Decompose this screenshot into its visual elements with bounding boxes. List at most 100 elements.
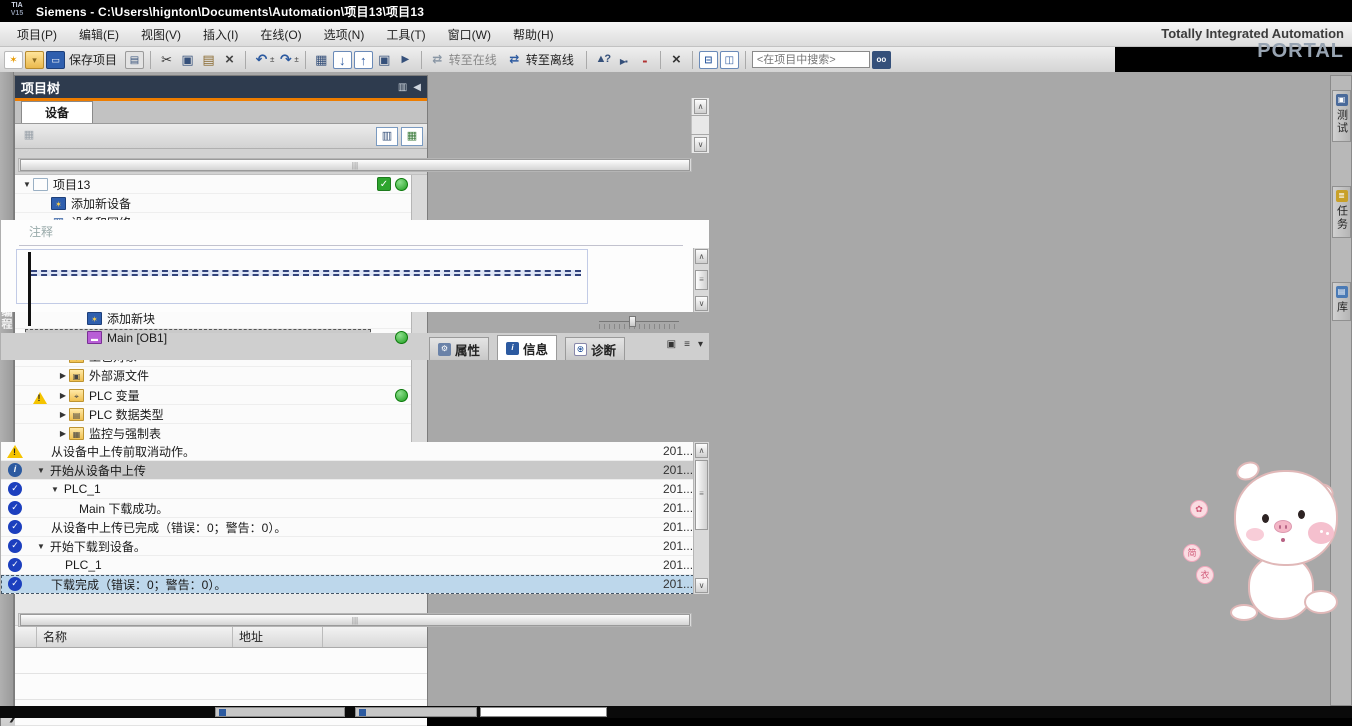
- expand-icon[interactable]: [37, 466, 45, 475]
- message-row[interactable]: PLC_1 201...: [1, 480, 709, 499]
- scroll-down-icon[interactable]: ∨: [695, 578, 708, 593]
- tab-properties[interactable]: 属性: [429, 337, 489, 360]
- expand-icon[interactable]: [57, 429, 69, 438]
- network-comment-zone[interactable]: 注释: [1, 220, 709, 248]
- save-project-button[interactable]: 保存项目: [69, 51, 117, 68]
- message-vertical-scrollbar[interactable]: ∧ ≡ ∨: [693, 442, 709, 594]
- bottom-tab-devices[interactable]: [355, 707, 477, 717]
- task-card-tasks[interactable]: ≣ 任务: [1332, 186, 1351, 238]
- canvas-vertical-scrollbar[interactable]: ∧ ≡ ∨: [693, 248, 709, 312]
- message-row[interactable]: 开始下载到设备。 201...: [1, 537, 709, 556]
- paste-icon[interactable]: [199, 51, 218, 69]
- float-icon[interactable]: ▣: [667, 339, 676, 350]
- info-icon: [506, 342, 519, 355]
- scroll-down-icon[interactable]: ∨: [694, 137, 707, 152]
- details-view-toggle-icon[interactable]: [376, 127, 398, 146]
- menu-help[interactable]: 帮助(H): [502, 23, 565, 46]
- menu-window[interactable]: 窗口(W): [437, 23, 502, 46]
- tree-item-external-sources[interactable]: ▣ 外部源文件: [15, 367, 427, 386]
- undo-icon[interactable]: [252, 51, 271, 69]
- message-row-selected[interactable]: 下载完成（错误：0；警告：0）。 201...: [1, 575, 709, 594]
- stop-simulation-icon[interactable]: [635, 51, 654, 69]
- pig-mouth: [1281, 538, 1285, 542]
- scroll-up-icon[interactable]: ∧: [695, 249, 708, 264]
- menu-insert[interactable]: 插入(I): [192, 23, 249, 46]
- expand-icon[interactable]: [37, 542, 45, 551]
- tab-devices[interactable]: 设备: [21, 101, 93, 123]
- menu-options[interactable]: 选项(N): [313, 23, 376, 46]
- task-card-libraries[interactable]: ▤ 库: [1332, 282, 1351, 321]
- cut-icon[interactable]: [157, 51, 176, 69]
- start-simulation-icon[interactable]: [614, 51, 633, 69]
- message-row[interactable]: 开始从设备中上传 201...: [1, 461, 709, 480]
- close-icon[interactable]: [667, 51, 686, 69]
- go-offline-button[interactable]: 转至离线: [526, 51, 574, 68]
- desktop-pet-pig[interactable]: [1228, 462, 1352, 636]
- menu-project[interactable]: 项目(P): [6, 23, 68, 46]
- tab-info[interactable]: 信息: [497, 335, 557, 360]
- collapse-panel-icon[interactable]: ◀: [413, 82, 421, 93]
- message-row[interactable]: PLC_1 201...: [1, 556, 709, 575]
- expand-icon[interactable]: [21, 180, 33, 189]
- status-ok-icon: [395, 178, 408, 191]
- selected-rung[interactable]: [31, 270, 581, 276]
- pet-badge-jian[interactable]: 简: [1183, 544, 1201, 562]
- print-icon[interactable]: [125, 51, 144, 69]
- copy-icon[interactable]: [178, 51, 197, 69]
- tree-item-watch-force-tables[interactable]: ▦ 监控与强制表: [15, 424, 427, 443]
- upload-from-device-icon[interactable]: [354, 51, 373, 69]
- redo-icon[interactable]: [276, 51, 295, 69]
- split-horizontal-icon[interactable]: [699, 51, 718, 69]
- sort-icon[interactable]: [19, 127, 39, 145]
- message-row[interactable]: 从设备中上传前取消动作。 201...: [1, 442, 709, 461]
- panel-options-icon[interactable]: ▥: [398, 82, 407, 93]
- pet-badge-clothes[interactable]: 衣: [1196, 566, 1214, 584]
- diagram-view-icon[interactable]: [401, 127, 423, 146]
- menu-online[interactable]: 在线(O): [249, 23, 312, 46]
- new-project-icon[interactable]: [4, 51, 23, 69]
- message-horizontal-scrollbar[interactable]: ❮ ||| ❯: [1, 612, 709, 628]
- search-binoculars-icon[interactable]: [872, 51, 891, 69]
- message-row[interactable]: 从设备中上传已完成（错误：0；警告：0）。 201...: [1, 518, 709, 537]
- open-project-icon[interactable]: [25, 51, 44, 69]
- tree-item-plc-data-types[interactable]: ▤ PLC 数据类型: [15, 405, 427, 424]
- online-diagnostics-icon[interactable]: [593, 51, 612, 69]
- expand-icon[interactable]: [51, 485, 59, 494]
- tree-item-project[interactable]: 项目13: [15, 175, 427, 194]
- menu-icon[interactable]: ≡: [684, 339, 690, 350]
- expand-icon[interactable]: [57, 410, 69, 419]
- menu-tools[interactable]: 工具(T): [375, 23, 436, 46]
- scroll-down-icon[interactable]: ∨: [695, 296, 708, 311]
- tab-diagnostics[interactable]: 诊断: [565, 337, 625, 360]
- pet-badge-flower[interactable]: ✿: [1190, 500, 1208, 518]
- menu-edit[interactable]: 编辑(E): [68, 23, 130, 46]
- expand-icon[interactable]: [57, 371, 69, 380]
- save-project-icon[interactable]: [46, 51, 65, 69]
- go-online-icon[interactable]: [428, 51, 447, 69]
- ladder-canvas[interactable]: ∧ ≡ ∨: [1, 248, 709, 312]
- bottom-tab-active-editor[interactable]: [480, 707, 607, 717]
- tree-item-plc-tags[interactable]: ⌖ PLC 变量: [15, 386, 427, 405]
- download-to-device-icon[interactable]: [333, 51, 352, 69]
- message-row[interactable]: Main 下载成功。 201...: [1, 499, 709, 518]
- slider-thumb[interactable]: [629, 316, 636, 327]
- compile-icon[interactable]: [312, 51, 331, 69]
- go-offline-icon[interactable]: [505, 51, 524, 69]
- go-online-button[interactable]: 转至在线: [449, 51, 497, 68]
- menu-view[interactable]: 视图(V): [130, 23, 192, 46]
- tree-item-add-new-device[interactable]: 添加新设备: [15, 194, 427, 213]
- start-runtime-icon[interactable]: [396, 51, 415, 69]
- scroll-up-icon[interactable]: ∧: [695, 443, 708, 458]
- start-cpu-icon[interactable]: [375, 51, 394, 69]
- expand-icon[interactable]: [57, 391, 69, 400]
- bottom-tab-overview[interactable]: [215, 707, 345, 717]
- split-vertical-icon[interactable]: [720, 51, 739, 69]
- delete-icon[interactable]: [220, 51, 239, 69]
- project-search-input[interactable]: [752, 51, 870, 68]
- task-card-testing[interactable]: ▣ 测试: [1332, 90, 1351, 142]
- zoom-slider[interactable]: [599, 316, 679, 330]
- collapse-icon[interactable]: ▾: [698, 339, 703, 350]
- interface-horizontal-scrollbar[interactable]: ❮ ||| ❯: [1, 156, 709, 173]
- scroll-up-icon[interactable]: ∧: [694, 99, 707, 114]
- tree-item-add-new-block[interactable]: 添加新块: [15, 309, 427, 328]
